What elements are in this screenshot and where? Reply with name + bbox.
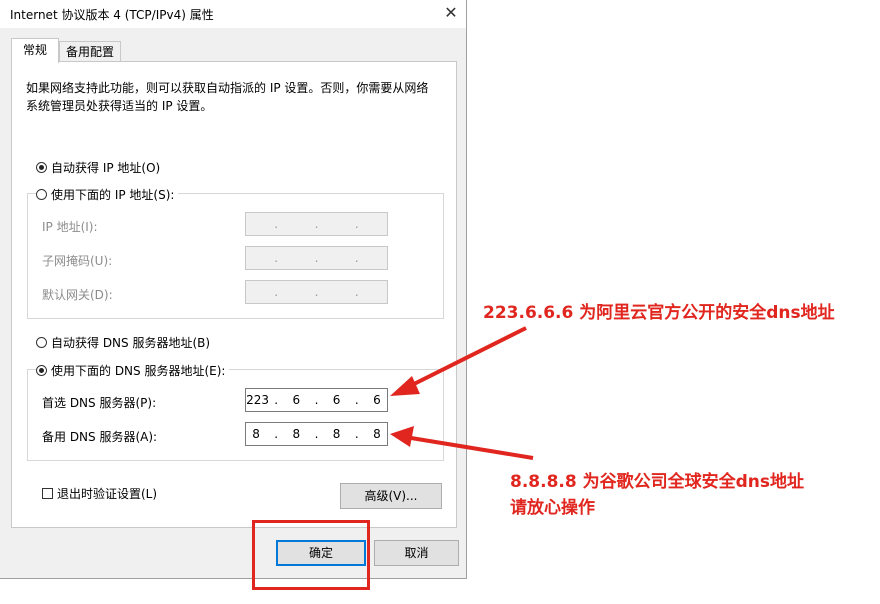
dot: . (314, 217, 319, 231)
manual-ip-label: 使用下面的 IP 地址(S): (51, 188, 175, 202)
octet: 8 (292, 427, 301, 441)
dot: . (354, 393, 359, 407)
auto-dns-label: 自动获得 DNS 服务器地址(B) (51, 336, 211, 350)
radio-selected-icon (36, 162, 47, 173)
dot: . (314, 251, 319, 265)
default-gateway-label: 默认网关(D): (42, 288, 113, 302)
ok-highlight-box (252, 520, 370, 590)
advanced-button[interactable]: 高级(V)... (340, 483, 442, 509)
radio-selected-icon (36, 365, 47, 376)
annotation-primary-note: 223.6.6.6 为阿里云官方公开的安全dns地址 (483, 303, 835, 323)
validate-checkbox[interactable]: 退出时验证设置(L) (42, 485, 162, 502)
annotation-secondary-line1: 8.8.8.8 为谷歌公司全球安全dns地址 (510, 472, 804, 492)
dialog-window: Internet 协议版本 4 (TCP/IPv4) 属性 ✕ 常规 备用配置 … (0, 0, 467, 579)
dot: . (354, 285, 359, 299)
octet: 6 (292, 393, 301, 407)
manual-dns-label: 使用下面的 DNS 服务器地址(E): (51, 364, 226, 378)
ip-address-input: . . . (245, 212, 388, 236)
ip-address-label: IP 地址(I): (42, 220, 98, 234)
subnet-mask-label: 子网掩码(U): (42, 254, 113, 268)
octet: 6 (373, 393, 381, 407)
close-icon[interactable]: ✕ (438, 2, 464, 24)
checkbox-icon (42, 488, 53, 499)
octet: 223 (246, 393, 269, 407)
radio-unselected-icon (36, 189, 47, 200)
cancel-button[interactable]: 取消 (374, 540, 459, 566)
dot: . (274, 217, 279, 231)
auto-ip-label: 自动获得 IP 地址(O) (51, 161, 161, 175)
dot: . (274, 427, 279, 441)
tab-alternate-config[interactable]: 备用配置 (59, 41, 121, 62)
octet: 8 (332, 427, 341, 441)
dot: . (354, 251, 359, 265)
annotation-secondary-line2: 请放心操作 (510, 498, 595, 518)
octet: 6 (332, 393, 341, 407)
dot: . (274, 393, 279, 407)
default-gateway-input: . . . (245, 280, 388, 304)
dot: . (314, 427, 319, 441)
dot: . (314, 285, 319, 299)
alternate-dns-label: 备用 DNS 服务器(A): (42, 430, 158, 444)
manual-dns-radio[interactable]: 使用下面的 DNS 服务器地址(E): (36, 362, 230, 379)
dns-group-box (27, 369, 444, 461)
octet: 8 (252, 427, 260, 441)
auto-dns-radio[interactable]: 自动获得 DNS 服务器地址(B) (36, 334, 215, 351)
dot: . (274, 251, 279, 265)
radio-unselected-icon (36, 337, 47, 348)
alternate-dns-input[interactable]: 8. 8. 8. 8 (245, 422, 388, 446)
dot: . (354, 217, 359, 231)
preferred-dns-label: 首选 DNS 服务器(P): (42, 396, 157, 410)
window-title: Internet 协议版本 4 (TCP/IPv4) 属性 (10, 8, 214, 22)
preferred-dns-input[interactable]: 223. 6. 6. 6 (245, 388, 388, 412)
dot: . (314, 393, 319, 407)
tab-general[interactable]: 常规 (11, 38, 59, 63)
validate-label: 退出时验证设置(L) (57, 487, 158, 501)
subnet-mask-input: . . . (245, 246, 388, 270)
auto-ip-radio[interactable]: 自动获得 IP 地址(O) (36, 159, 165, 176)
title-bar: Internet 协议版本 4 (TCP/IPv4) 属性 ✕ (0, 0, 466, 28)
manual-ip-radio[interactable]: 使用下面的 IP 地址(S): (36, 186, 179, 203)
dot: . (354, 427, 359, 441)
dot: . (274, 285, 279, 299)
octet: 8 (373, 427, 381, 441)
description-text: 如果网络支持此功能，则可以获取自动指派的 IP 设置。否则，你需要从网络系统管理… (26, 81, 429, 113)
